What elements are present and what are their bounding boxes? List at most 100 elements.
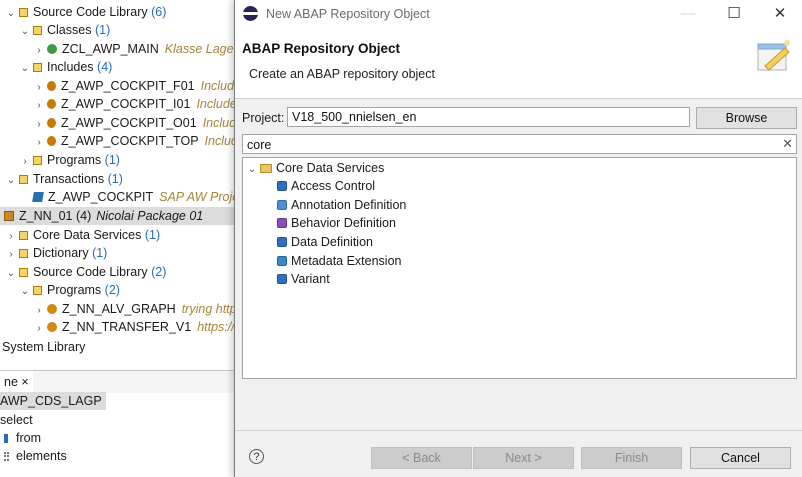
tree-node-classes[interactable]: ⌄ Classes (1) (20, 21, 110, 39)
outline-label: select (0, 413, 33, 427)
tree-node-include-top[interactable]: › Z_AWP_COCKPIT_TOP Include Z (34, 132, 235, 150)
tree-node-system-library[interactable]: System Library (2, 338, 85, 356)
outline-item-cds[interactable]: AWP_CDS_LAGP (0, 392, 106, 410)
project-input[interactable] (287, 107, 690, 127)
collapse-icon[interactable]: ⌄ (247, 161, 257, 179)
tree-node-metadata-extension[interactable]: Metadata Extension (277, 252, 402, 270)
outline-tab[interactable]: ne × (0, 371, 33, 393)
browse-button[interactable]: Browse (696, 107, 797, 129)
node-label: Includes (47, 60, 94, 74)
minimize-button[interactable]: — (665, 0, 711, 28)
node-label: Annotation Definition (291, 198, 407, 212)
wizard-banner: ABAP Repository Object Create an ABAP re… (235, 28, 802, 99)
node-label: Access Control (291, 179, 376, 193)
tree-node-dictionary[interactable]: › Dictionary (1) (6, 244, 107, 262)
outline-item-from[interactable]: from (4, 429, 41, 447)
node-label: Z_AWP_COCKPIT_TOP (61, 134, 199, 148)
tree-node-data-definition[interactable]: Data Definition (277, 233, 373, 251)
filter-input[interactable] (243, 135, 771, 155)
node-description: Nicolai Package 01 (96, 209, 204, 223)
filter-box: ✕ (242, 134, 797, 155)
tree-node-variant[interactable]: Variant (277, 270, 330, 288)
collapse-icon[interactable]: ⌄ (6, 172, 16, 190)
node-label: Transactions (33, 172, 105, 186)
expand-icon[interactable]: › (20, 153, 30, 171)
access-control-icon (277, 181, 287, 191)
close-button[interactable]: ✕ (757, 0, 802, 28)
dialog-titlebar[interactable]: New ABAP Repository Object — ☐ ✕ (235, 0, 802, 28)
transaction-icon (32, 192, 44, 202)
tree-node-zcl-awp-main[interactable]: ›ZCL_AWP_MAINKlasse Lagercc (34, 40, 235, 58)
program-icon (47, 304, 57, 314)
tree-node-source-code-library[interactable]: ⌄ Source Code Library (6) (6, 3, 167, 23)
tree-node-programs[interactable]: › Programs (1) (20, 151, 120, 169)
tree-node-programs-2[interactable]: ⌄ Programs (2) (20, 281, 120, 299)
node-label: Source Code Library (33, 5, 148, 19)
tree-node-include-o01[interactable]: ›Z_AWP_COCKPIT_O01Include Z (34, 114, 235, 132)
outline-item-elements[interactable]: elements (4, 447, 67, 465)
collapse-icon[interactable]: ⌄ (6, 5, 16, 23)
outline-item-select[interactable]: select (0, 411, 33, 429)
finish-button[interactable]: Finish (581, 447, 682, 469)
node-label: Z_AWP_COCKPIT_F01 (61, 79, 195, 93)
collapse-icon[interactable]: ⌄ (20, 23, 30, 41)
maximize-button[interactable]: ☐ (711, 0, 757, 28)
clear-icon[interactable]: ✕ (782, 136, 793, 152)
node-label: Variant (291, 272, 330, 286)
tree-node-source-code-library-2[interactable]: ⌄ Source Code Library (2) (6, 263, 167, 283)
collapse-icon[interactable]: ⌄ (20, 60, 30, 78)
outline-label: elements (16, 449, 67, 463)
annotation-definition-icon (277, 200, 287, 210)
tree-node-transactions[interactable]: ⌄ Transactions (1) (6, 170, 123, 188)
node-label: Dictionary (33, 246, 89, 260)
tree-node-access-control[interactable]: Access Control (277, 177, 375, 195)
expand-icon[interactable]: › (34, 320, 44, 338)
tree-node-z-nn-transfer-v1[interactable]: › Z_NN_TRANSFER_V1 https://blc (34, 318, 235, 336)
node-description: Include Z (200, 79, 235, 93)
node-count: (4) (97, 60, 113, 74)
tree-node-includes[interactable]: ⌄ Includes (4) (20, 58, 113, 78)
package-icon (4, 211, 14, 221)
next-button[interactable]: Next > (473, 447, 574, 469)
tree-node-core-data-services[interactable]: ⌄ Core Data Services (247, 159, 385, 179)
project-explorer: ⌄ Source Code Library (6) ⌄ Classes (1) › Z… (0, 0, 235, 477)
node-label: Core Data Services (276, 161, 385, 175)
node-label: Z_AWP_COCKPIT (48, 190, 154, 204)
behavior-definition-icon (277, 218, 287, 228)
tree-node-include-f01[interactable]: ›Z_AWP_COCKPIT_F01Include Z (34, 77, 235, 95)
node-count: (1) (94, 23, 111, 37)
tree-node-behavior-definition[interactable]: Behavior Definition (277, 214, 396, 232)
node-label: Z_NN_TRANSFER_V1 (62, 320, 192, 334)
package-icon (19, 175, 28, 184)
expand-icon[interactable]: › (34, 97, 44, 115)
node-label: Programs (47, 153, 102, 167)
tree-node-z-nn-01[interactable]: Z_NN_01 (4) Nicolai Package 01 (0, 207, 235, 225)
package-icon (19, 231, 28, 240)
help-icon[interactable]: ? (249, 449, 264, 464)
node-label: Z_NN_ALV_GRAPH (62, 302, 176, 316)
tree-node-z-nn-alv-graph[interactable]: ›Z_NN_ALV_GRAPHtrying https: (34, 300, 235, 318)
outline-view-header: ne × (0, 370, 235, 393)
node-label: Data Definition (291, 235, 373, 249)
collapse-icon[interactable]: ⌄ (20, 283, 30, 301)
tree-node-z-awp-cockpit[interactable]: Z_AWP_COCKPIT SAP AW Project - (20, 188, 235, 206)
expand-icon[interactable]: › (6, 246, 16, 264)
tree-node-include-i01[interactable]: › Z_AWP_COCKPIT_I01 Include Z (34, 95, 235, 113)
node-label: Z_NN_01 (4) (19, 209, 92, 223)
program-icon (47, 322, 57, 332)
cancel-button[interactable]: Cancel (690, 447, 791, 469)
collapse-icon[interactable]: ⌄ (6, 265, 16, 283)
node-count: (1) (107, 172, 123, 186)
tree-node-annotation-definition[interactable]: Annotation Definition (277, 196, 406, 214)
package-icon (33, 26, 42, 35)
include-icon (47, 81, 56, 91)
expand-icon[interactable]: › (34, 134, 44, 152)
package-icon (19, 249, 28, 258)
tree-node-core-data-services[interactable]: › Core Data Services (1) (6, 226, 160, 244)
node-description: Include Z (202, 116, 235, 130)
folder-open-icon (260, 164, 272, 173)
package-icon (19, 268, 28, 277)
package-icon (33, 156, 42, 165)
back-button[interactable]: < Back (371, 447, 472, 469)
include-icon (47, 136, 56, 146)
